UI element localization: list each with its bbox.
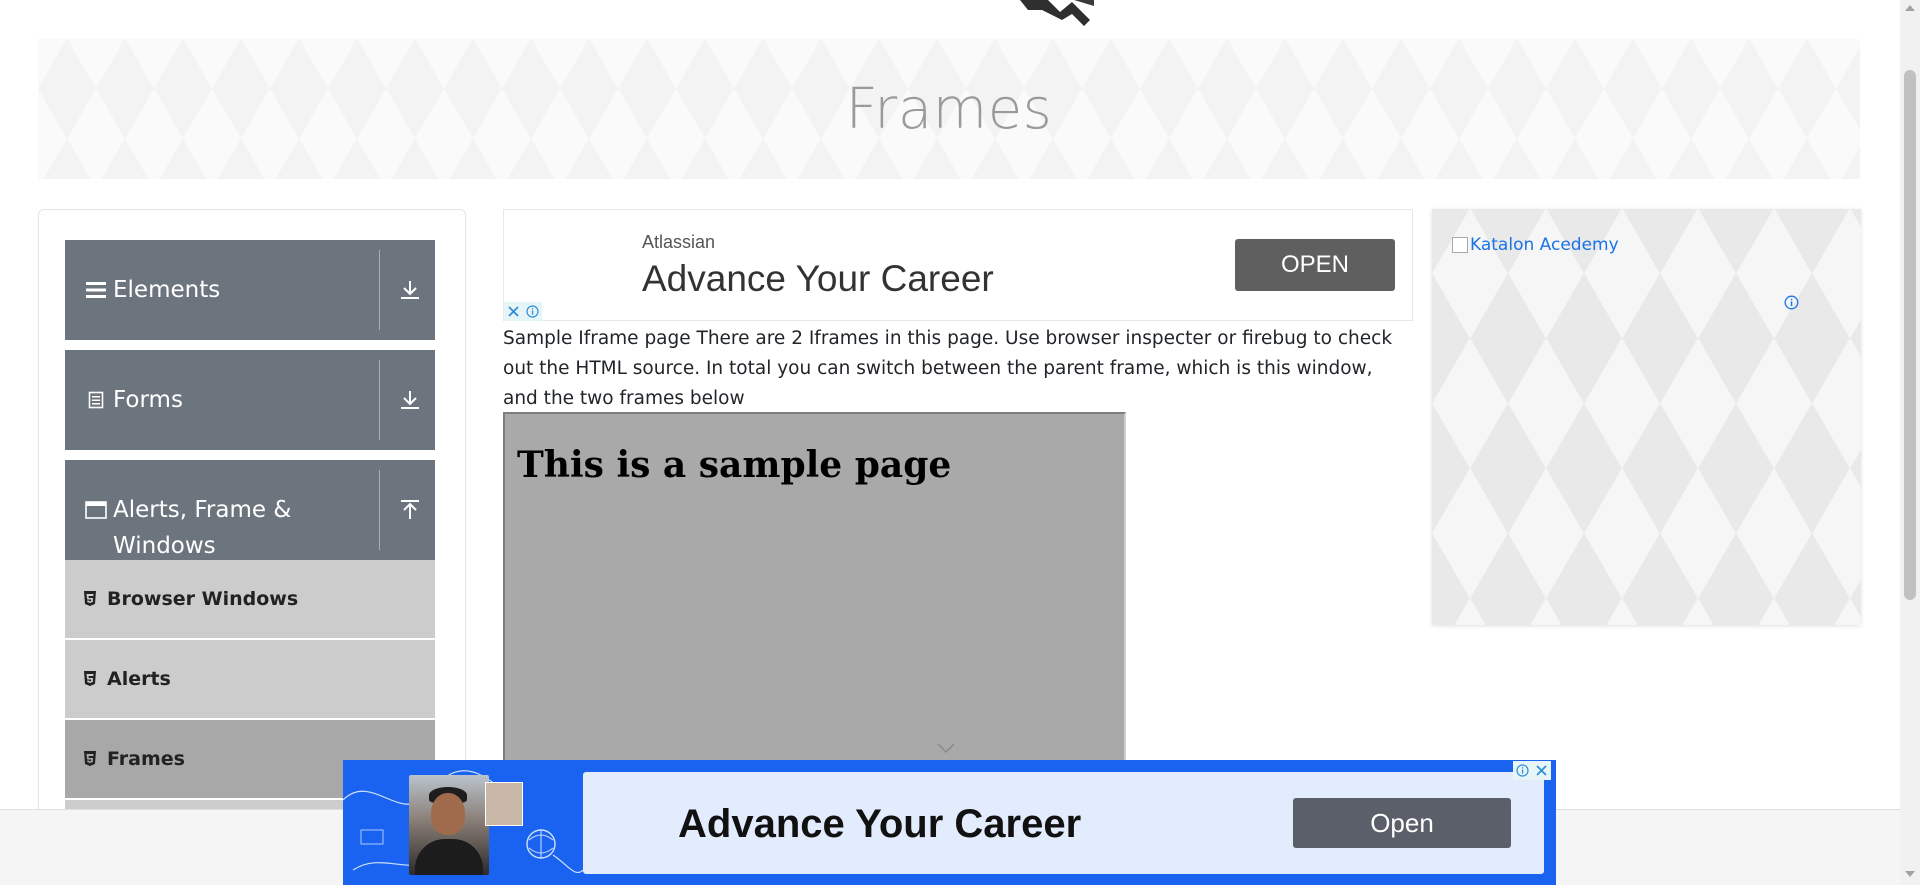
ad-choices[interactable] [1513,761,1551,780]
frames-description: Sample Iframe page There are 2 Iframes i… [503,328,1393,409]
sidebar-item-label: Browser Windows [107,588,299,610]
hamburger-icon [85,279,107,301]
sidebar-group-label: Alerts, Frame & Windows [113,497,292,559]
ad-choices[interactable] [504,302,542,321]
ad-person-photo [409,775,489,875]
divider [379,470,380,550]
scroll-down-arrow-icon[interactable] [1905,870,1915,878]
chevron-down-icon [937,743,955,754]
ad-image-alt-text: Katalon Acedemy [1470,235,1619,255]
sidebar-group-alerts-frame-windows[interactable]: Alerts, Frame & Windows [65,460,435,560]
info-icon[interactable] [523,302,542,321]
ad-open-button[interactable]: Open [1293,798,1511,848]
page-header-banner: Frames [38,39,1860,179]
ad-brand: Atlassian [642,232,716,252]
sidebar-group-label: Elements [113,277,221,303]
ad-content-panel: Advance Your Career Open [583,772,1544,874]
divider [379,250,380,330]
scrollbar-thumb[interactable] [1904,70,1916,600]
ad-open-button[interactable]: OPEN [1235,239,1395,291]
html5-icon [81,670,99,688]
sidebar-item-label: Frames [107,748,185,770]
info-icon[interactable] [1513,761,1532,780]
ad-image[interactable]: Katalon Acedemy [1452,235,1619,255]
ad-headline[interactable]: Advance Your Career [642,258,994,300]
sidebar-item-label: Alerts [107,668,171,690]
download-arrow-icon[interactable] [390,350,430,450]
sidebar-group-label: Forms [113,387,183,413]
ad-small-photo [485,782,523,826]
iframe-heading: This is a sample page [517,444,952,486]
vertical-scrollbar[interactable] [1900,0,1920,885]
top-advertisement[interactable]: Atlassian Advance Your Career OPEN [503,209,1413,321]
bottom-sticky-advertisement[interactable]: Advance Your Career Open [343,760,1556,885]
page-title: Frames [845,76,1053,142]
broken-image-icon [1452,237,1468,253]
close-icon[interactable] [1532,761,1551,780]
sidebar-group-elements[interactable]: Elements [65,240,435,340]
divider [379,360,380,440]
sidebar-item-alerts[interactable]: Alerts [65,640,435,719]
html5-icon [81,750,99,768]
html5-icon [81,590,99,608]
sidebar-item-browser-windows[interactable]: Browser Windows [65,560,435,639]
side-advertisement[interactable]: Katalon Acedemy [1432,209,1861,625]
sample-iframe[interactable]: This is a sample page [503,412,1126,762]
window-icon [85,499,107,521]
info-icon[interactable] [1784,295,1799,314]
document-icon [85,389,107,411]
download-arrow-icon[interactable] [390,240,430,340]
sidebar-group-forms[interactable]: Forms [65,350,435,450]
ad-headline[interactable]: Advance Your Career [678,802,1081,847]
scroll-up-arrow-icon[interactable] [1905,4,1915,12]
close-icon[interactable] [504,302,523,321]
site-logo-fragment[interactable] [1020,0,1095,26]
upload-arrow-icon[interactable] [390,460,430,560]
